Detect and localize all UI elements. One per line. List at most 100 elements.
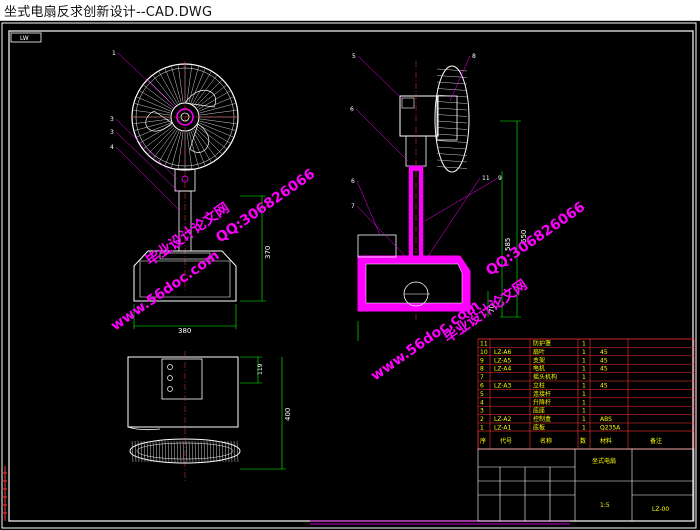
table-cell: 2 <box>480 416 484 423</box>
header-cell: 材料 <box>600 437 612 445</box>
header-cell: 备注 <box>650 437 662 445</box>
table-cell: 45 <box>600 383 608 390</box>
guard-wire <box>436 114 468 117</box>
table-cell: 1 <box>582 399 586 406</box>
guard-wire <box>436 146 468 150</box>
guard-wire <box>131 440 134 463</box>
cad-drawing-canvas[interactable]: LW 1 3 3 4 380 370 5 6 6 7 8 9 11 650 58… <box>0 21 700 530</box>
table-cell: 1 <box>582 374 586 381</box>
balloon: 4 <box>110 144 114 151</box>
guard-wire <box>195 80 222 107</box>
table-cell: 连接杆 <box>533 390 551 398</box>
dim-base-width: 380 <box>178 327 191 335</box>
table-cell: ABS <box>600 416 612 423</box>
table-cell: LZ-A6 <box>494 349 511 356</box>
parts-table-header-cells: 序 代号 名称 数 材料 备注 <box>480 437 662 445</box>
table-cell: 扇叶 <box>533 348 545 356</box>
guard-wire <box>148 127 175 154</box>
balloon: 3 <box>110 129 114 136</box>
guard-wire <box>133 118 171 125</box>
guard-wire <box>177 65 184 103</box>
guard-wire <box>200 440 203 463</box>
top-view: 119 400 <box>127 351 292 481</box>
table-cell: 1 <box>582 425 586 432</box>
title-block-name: 坐式电扇 <box>592 457 616 465</box>
guard-wire <box>236 440 239 463</box>
table-cell: LZ-A3 <box>494 383 511 390</box>
watermark-qq: QQ:306826066 <box>213 166 318 246</box>
title-block-drawing-no: LZ-00 <box>652 506 669 513</box>
balloon: 7 <box>351 203 355 210</box>
guard-wire <box>436 101 468 104</box>
table-cell: 8 <box>480 366 484 373</box>
guard-wire <box>134 440 137 463</box>
table-cell: LZ-A4 <box>494 366 511 373</box>
guard-wire <box>212 440 215 463</box>
table-cell: 立柱 <box>533 382 545 390</box>
guard-wire <box>436 133 468 137</box>
table-cell: 1 <box>480 425 484 432</box>
table-cell: 5 <box>480 391 484 398</box>
guard-wire <box>436 107 468 111</box>
guard-wire <box>199 103 236 114</box>
guard-wire <box>199 109 237 116</box>
guard-wire <box>199 118 237 125</box>
header-cell: 名称 <box>540 437 552 445</box>
guard-wire <box>186 65 193 103</box>
dim-top-depth: 119 <box>257 363 264 375</box>
parts-table-rows: 11 防护罩 110 LZ-A6 扇叶 1 459 LZ-A5 支架 1 458 LZ-A4 电机 1 45… <box>478 338 694 432</box>
guard-wire <box>177 131 184 169</box>
dim-top-length: 400 <box>284 408 292 421</box>
guard-wire <box>171 66 182 103</box>
frame-tag: LW <box>20 35 29 42</box>
table-cell: 摇头机构 <box>533 373 557 381</box>
table-cell: 10 <box>480 349 488 356</box>
guard-wire <box>149 440 152 463</box>
guard-wire <box>436 153 468 156</box>
window-title: 坐式电扇反求创新设计--CAD.DWG <box>4 5 213 20</box>
dim-stand-height: 370 <box>264 246 272 259</box>
table-cell: 电机 <box>533 365 545 373</box>
table-cell: 1 <box>582 366 586 373</box>
guard-wire <box>203 440 206 463</box>
header-cell: 数 <box>580 437 586 445</box>
table-cell: 9 <box>480 357 484 364</box>
table-cell: 7 <box>480 374 484 381</box>
table-cell: 45 <box>600 357 608 364</box>
balloon: 9 <box>498 175 502 182</box>
guard-wire <box>134 120 171 131</box>
outer-frame <box>1 22 697 529</box>
guard-wire <box>164 440 167 463</box>
balloon: 8 <box>472 53 476 60</box>
table-cell: 1 <box>582 383 586 390</box>
table-cell: 11 <box>480 341 488 348</box>
watermark-site: www.56doc.com <box>108 247 222 334</box>
cad-drawing: LW 1 3 3 4 380 370 5 6 6 7 8 9 11 650 58… <box>1 22 697 529</box>
header-cell: 代号 <box>500 437 512 445</box>
guard-wire <box>152 440 155 463</box>
guard-wire <box>436 120 468 124</box>
guard-wire <box>155 440 158 463</box>
guard-wire <box>233 440 236 463</box>
watermarks: QQ:306826066 毕业设计论文网 www.56doc.com QQ:30… <box>108 166 588 384</box>
table-cell: 45 <box>600 349 608 356</box>
guard-wire <box>436 127 468 130</box>
guard-wire <box>436 140 468 143</box>
table-cell: 1 <box>582 349 586 356</box>
guard-wire <box>199 120 236 131</box>
balloon: 6 <box>350 106 354 113</box>
guard-wire <box>436 68 468 72</box>
table-cell: LZ-A2 <box>494 416 511 423</box>
balloon: 11 <box>482 175 490 182</box>
table-cell: 4 <box>480 399 484 406</box>
header-cell: 序 <box>480 437 486 445</box>
table-cell: LZ-A5 <box>494 357 511 364</box>
balloon: 1 <box>112 50 116 57</box>
guard-wire <box>146 440 149 463</box>
guard-wire <box>221 440 224 463</box>
guard-wire <box>215 440 218 463</box>
left-ruler <box>3 466 7 521</box>
balloon: 3 <box>110 116 114 123</box>
table-cell: LZ-A1 <box>494 425 511 432</box>
guard-wire <box>436 81 468 85</box>
